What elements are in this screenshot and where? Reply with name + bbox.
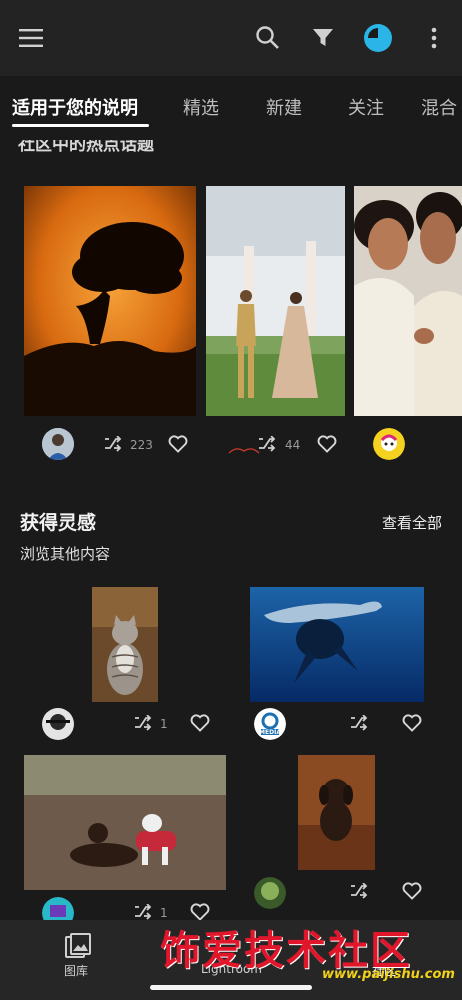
avatar[interactable] [373,428,405,460]
tree-silhouette-photo [24,186,196,416]
remix-icon[interactable] [350,714,368,735]
see-all-link[interactable]: 查看全部 [382,512,442,533]
remix-icon[interactable] [134,714,152,735]
remix-icon[interactable] [258,435,276,456]
active-tab-indicator [12,124,149,127]
filter-icon[interactable] [307,22,339,54]
remix-icon[interactable] [350,882,368,903]
heart-icon[interactable] [402,714,422,736]
section-title-trending: 社区中的热点话题 [18,140,154,154]
avatar[interactable]: MEDIA [254,708,286,740]
tabby-cat-photo [92,587,158,702]
creator-logo-icon[interactable] [228,440,260,459]
avatar[interactable] [42,708,74,740]
section-subtitle: 浏览其他内容 [20,545,111,563]
photo-card-cat[interactable] [92,587,158,702]
remix-count: 223 [130,438,153,452]
photo-card-dogs[interactable] [24,755,226,890]
home-indicator[interactable] [150,985,312,990]
watermark-url: www.paijishu.com [322,967,455,982]
account-avatar-icon[interactable] [362,22,394,54]
brown-puppy-photo [298,755,375,870]
top-app-bar [0,0,462,76]
gallery-icon[interactable] [64,932,92,964]
remix-count: 44 [285,438,301,452]
whale-underwater-photo [250,587,424,702]
dogs-on-ground-photo [24,755,226,890]
avatar-text: MEDIA [259,729,281,736]
tab-for-you[interactable]: 适用于您的说明 [12,94,138,120]
photo-card-couple[interactable] [354,186,462,416]
heart-icon[interactable] [317,435,337,457]
menu-icon[interactable] [16,22,48,54]
heart-icon[interactable] [190,714,210,736]
feed-tabs: 适用于您的说明 精选 新建 关注 混合 [0,76,462,132]
photo-card-wedding[interactable] [206,186,345,416]
photo-card-tree[interactable] [24,186,196,416]
search-icon[interactable] [252,22,284,54]
remix-count: 1 [160,717,168,731]
section-title-inspiration: 获得灵感 [20,512,97,534]
photo-card-whale[interactable] [250,587,424,702]
more-options-icon[interactable] [418,22,450,54]
photo-card-puppy[interactable] [298,755,375,870]
tab-remix[interactable]: 混合 [421,94,457,120]
avatar[interactable] [254,877,286,909]
heart-icon[interactable] [168,435,188,457]
tab-featured[interactable]: 精选 [183,94,219,120]
wedding-couple-photo [206,186,345,416]
nav-gallery-label[interactable]: 图库 [64,962,88,979]
avatar[interactable] [42,428,74,460]
tab-new[interactable]: 新建 [266,94,302,120]
tab-following[interactable]: 关注 [348,94,384,120]
couple-portrait-photo [354,186,462,416]
remix-icon[interactable] [104,435,122,456]
heart-icon[interactable] [402,882,422,904]
